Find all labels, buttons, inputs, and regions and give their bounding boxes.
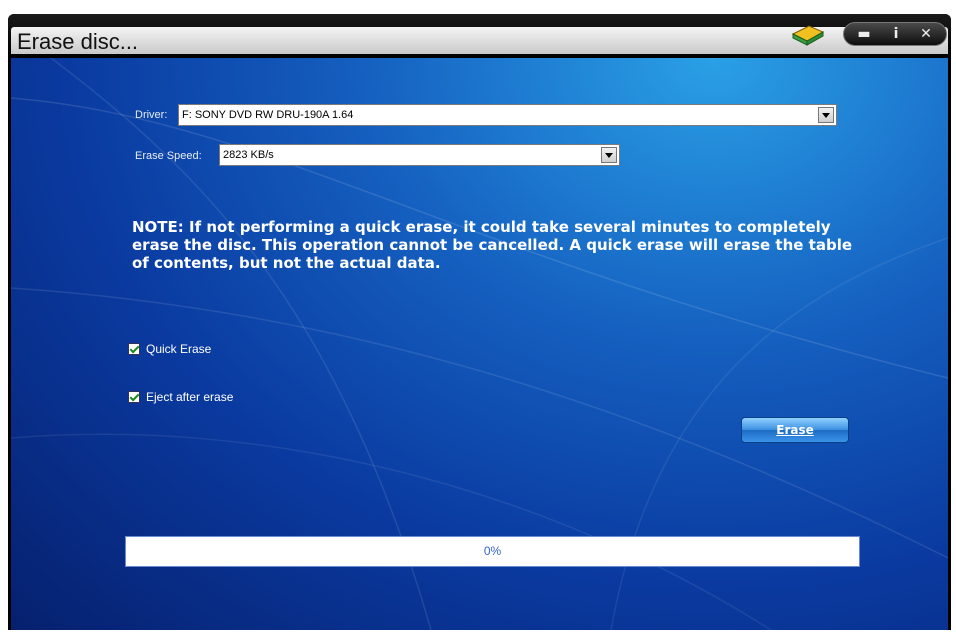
checkbox-icon[interactable]: [128, 343, 140, 355]
quick-erase-label: Quick Erase: [146, 342, 212, 356]
quick-erase-checkbox[interactable]: Quick Erase: [128, 342, 211, 356]
driver-label: Driver:: [135, 109, 168, 121]
erase-speed-label: Erase Speed:: [135, 150, 202, 162]
title-bar: Erase disc... ▬ i ✕: [8, 14, 951, 58]
window-controls: ▬ i ✕: [843, 22, 947, 46]
chevron-down-icon[interactable]: [818, 107, 834, 123]
window-title: Erase disc...: [17, 29, 139, 54]
close-icon[interactable]: ✕: [912, 25, 940, 43]
minimize-icon[interactable]: ▬: [850, 25, 878, 43]
progress-text: 0%: [483, 544, 502, 558]
checkbox-icon[interactable]: [128, 391, 140, 403]
info-icon[interactable]: i: [882, 25, 910, 43]
erase-disc-window: Erase disc... ▬ i ✕ Driver: F: SONY DVD …: [8, 14, 951, 630]
erase-speed-select[interactable]: 2823 KB/s: [219, 144, 620, 166]
erase-button[interactable]: Erase: [741, 417, 849, 443]
erase-speed-value: 2823 KB/s: [223, 149, 274, 161]
progress-bar: 0%: [125, 536, 860, 567]
driver-value: F: SONY DVD RW DRU-190A 1.64: [182, 109, 354, 121]
eject-after-erase-label: Eject after erase: [146, 390, 234, 404]
chevron-down-icon[interactable]: [601, 147, 617, 163]
eject-after-erase-checkbox[interactable]: Eject after erase: [128, 390, 233, 404]
erase-button-label: Erase: [776, 423, 814, 437]
erase-note: NOTE: If not performing a quick erase, i…: [132, 218, 853, 272]
dialog-body: Driver: F: SONY DVD RW DRU-190A 1.64 Era…: [11, 58, 948, 630]
book-icon[interactable]: [791, 22, 825, 46]
driver-select[interactable]: F: SONY DVD RW DRU-190A 1.64: [178, 104, 837, 126]
